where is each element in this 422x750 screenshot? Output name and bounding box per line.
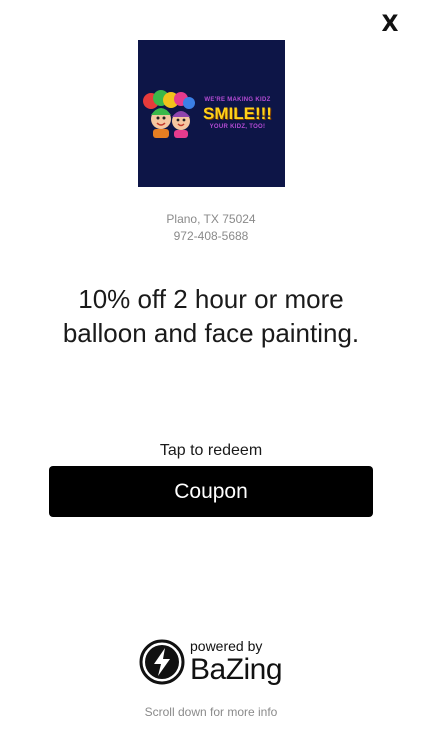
close-button[interactable]: X (378, 12, 402, 37)
offer-description: 10% off 2 hour or more balloon and face … (62, 284, 360, 348)
logo-headline: SMILE!!! (203, 104, 272, 123)
business-contact: Plano, TX 75024 972-408-5688 (0, 211, 422, 245)
business-phone[interactable]: 972-408-5688 (0, 228, 422, 245)
redeem-prompt: Tap to redeem (159, 442, 263, 459)
kids-clown-illustration (143, 89, 195, 138)
brand-text: powered by BaZing (190, 638, 283, 686)
brand-name: BaZing (190, 653, 283, 686)
logo-tagline-bottom: YOUR KIDZ, TOO! (209, 124, 266, 130)
lightning-bolt-icon (139, 639, 185, 685)
scroll-hint: Scroll down for more info (144, 705, 278, 719)
coupon-button[interactable]: Coupon (49, 466, 373, 517)
business-logo: WE'RE MAKING KIDZ SMILE!!! YOUR KIDZ, TO… (138, 40, 285, 187)
powered-by-label: powered by (190, 638, 263, 654)
powered-by-bazing[interactable]: powered by BaZing (139, 636, 283, 688)
logo-wordmark: WE'RE MAKING KIDZ SMILE!!! YOUR KIDZ, TO… (203, 97, 272, 130)
logo-tagline-top: WE'RE MAKING KIDZ (204, 97, 271, 103)
business-location: Plano, TX 75024 (166, 212, 256, 226)
